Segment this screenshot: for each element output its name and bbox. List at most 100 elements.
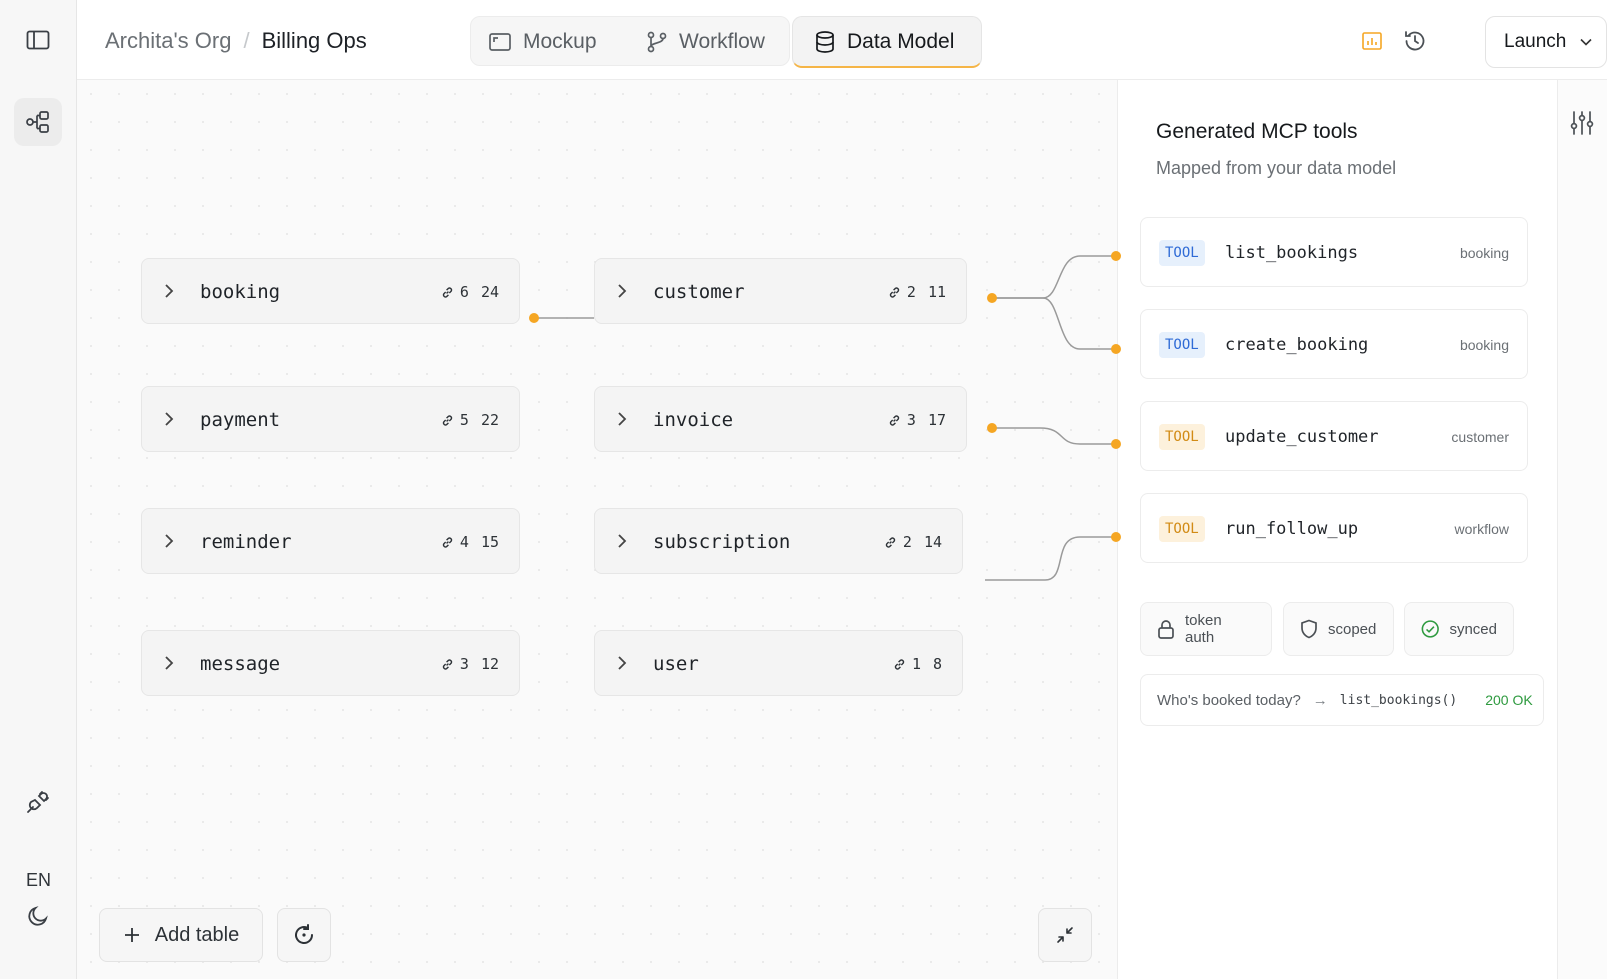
- table-meta: 18: [893, 655, 942, 673]
- column-count: 24: [480, 283, 499, 301]
- table-node-message[interactable]: message 3 12: [141, 630, 520, 696]
- chevron-right-icon[interactable]: [164, 655, 174, 671]
- breadcrumb: Archita's Org / Billing Ops: [105, 28, 367, 54]
- plus-icon: [124, 928, 139, 942]
- theme-toggle-button[interactable]: [14, 892, 62, 940]
- sidebar-icon: [26, 30, 50, 50]
- table-name: user: [653, 653, 699, 675]
- analytics-button[interactable]: [1357, 26, 1387, 56]
- tool-badge: TOOL: [1159, 240, 1205, 266]
- tool-card-run-follow-up[interactable]: TOOL run_follow_up workflow: [1140, 493, 1528, 563]
- shield-icon: [1301, 619, 1317, 639]
- breadcrumb-org[interactable]: Archita's Org: [105, 28, 231, 53]
- table-name: invoice: [653, 409, 734, 431]
- chip-label: token auth: [1184, 612, 1222, 646]
- tool-card-create-booking[interactable]: TOOL create_booking booking: [1140, 309, 1528, 379]
- tool-name: create_booking: [1225, 335, 1369, 355]
- left-rail: EN: [0, 0, 77, 979]
- table-meta: 5 22: [441, 411, 499, 429]
- auto-layout-button[interactable]: [277, 908, 331, 962]
- tab-workflow[interactable]: Workflow: [629, 17, 783, 67]
- chevron-right-icon[interactable]: [164, 283, 174, 299]
- chevron-down-icon: [1580, 38, 1592, 46]
- tool-source-tag: booking: [1459, 245, 1509, 261]
- table-meta: 4 15: [441, 533, 499, 551]
- tool-card-update-customer[interactable]: TOOL update_customer customer: [1140, 401, 1528, 471]
- data-model-nav-button[interactable]: [14, 98, 62, 146]
- minimize-icon: [1057, 927, 1073, 943]
- tool-name: run_follow_up: [1225, 519, 1359, 539]
- tool-name: list_bookings: [1225, 243, 1359, 263]
- tab-mockup[interactable]: Mockup: [471, 17, 615, 67]
- table-node-payment[interactable]: payment 5 22: [141, 386, 520, 452]
- data-model-canvas[interactable]: booking 6 24 payment 5 22 reminder 4 15 mes…: [77, 80, 1117, 979]
- relation-count: 4: [459, 533, 469, 551]
- tool-badge: TOOL: [1159, 332, 1205, 358]
- table-node-reminder[interactable]: reminder 4 15: [141, 508, 520, 574]
- column-count: 12: [480, 655, 499, 673]
- settings-button[interactable]: [1570, 110, 1594, 141]
- table-meta: 6 24: [441, 283, 499, 301]
- mockup-icon: [489, 33, 511, 51]
- tool-card-list-bookings[interactable]: TOOL list_bookings booking: [1140, 217, 1528, 287]
- chip-scoped[interactable]: scoped: [1283, 602, 1394, 656]
- chevron-right-icon[interactable]: [164, 533, 174, 549]
- table-meta: 2 11: [888, 283, 946, 301]
- tool-name: update_customer: [1225, 427, 1379, 447]
- chip-synced[interactable]: synced: [1404, 602, 1514, 656]
- table-meta: 3 17: [888, 411, 946, 429]
- plug-icon: [27, 791, 49, 813]
- link-icon: [442, 286, 453, 298]
- chevron-right-icon[interactable]: [617, 283, 627, 299]
- breadcrumb-project[interactable]: Billing Ops: [262, 28, 367, 53]
- history-button[interactable]: [1400, 26, 1430, 56]
- table-node-user[interactable]: user 18: [594, 630, 963, 696]
- table-meta: 3 12: [441, 655, 499, 673]
- plugin-button[interactable]: [14, 778, 62, 826]
- column-count: 15: [480, 533, 499, 551]
- chevron-right-icon[interactable]: [617, 655, 627, 671]
- tool-badge: TOOL: [1159, 424, 1205, 450]
- relation-count: 2: [902, 533, 912, 551]
- panel-title: Generated MCP tools: [1156, 120, 1358, 143]
- chevron-right-icon[interactable]: [617, 411, 627, 427]
- link-icon: [442, 536, 453, 548]
- table-node-customer[interactable]: customer 2 11: [594, 258, 967, 324]
- sidebar-toggle-button[interactable]: [14, 16, 62, 64]
- launch-button[interactable]: Launch: [1485, 16, 1607, 68]
- tab-workflow-label: Workflow: [679, 30, 765, 53]
- table-name: reminder: [200, 531, 292, 553]
- mcp-tools-panel: Generated MCP tools Mapped from your dat…: [1117, 80, 1557, 979]
- table-node-invoice[interactable]: invoice 3 17: [594, 386, 967, 452]
- sliders-icon: [1570, 111, 1594, 135]
- table-meta: 2 14: [884, 533, 942, 551]
- relation-count: 6: [459, 283, 469, 301]
- link-icon: [442, 414, 453, 426]
- table-node-subscription[interactable]: subscription 2 14: [594, 508, 963, 574]
- link-icon: [894, 658, 905, 670]
- language-toggle[interactable]: EN: [0, 870, 77, 891]
- chevron-right-icon[interactable]: [164, 411, 174, 427]
- table-name: customer: [653, 281, 745, 303]
- query-call: list_bookings(): [1339, 692, 1458, 708]
- column-count: 14: [923, 533, 942, 551]
- table-node-booking[interactable]: booking 6 24: [141, 258, 520, 324]
- chevron-right-icon[interactable]: [617, 533, 627, 549]
- tool-source-tag: booking: [1459, 337, 1509, 353]
- chart-icon: [1362, 32, 1382, 50]
- column-count: 8: [932, 655, 942, 673]
- top-bar: Archita's Org / Billing Ops Mockup Workflo…: [77, 0, 1607, 80]
- view-tab-group: Mockup Workflow: [470, 16, 790, 66]
- tab-data-model[interactable]: Data Model: [792, 16, 982, 68]
- tab-mockup-label: Mockup: [523, 30, 597, 53]
- column-count: 11: [927, 283, 946, 301]
- chip-token-auth[interactable]: token auth: [1140, 602, 1272, 656]
- schema-icon: [26, 111, 49, 133]
- check-circle-icon: [1421, 620, 1439, 638]
- refresh-icon: [295, 924, 314, 944]
- add-table-button[interactable]: Add table: [99, 908, 263, 962]
- link-icon: [442, 658, 453, 670]
- collapse-button[interactable]: [1038, 908, 1092, 962]
- link-icon: [885, 536, 896, 548]
- arrow-right-icon: →: [1312, 691, 1328, 709]
